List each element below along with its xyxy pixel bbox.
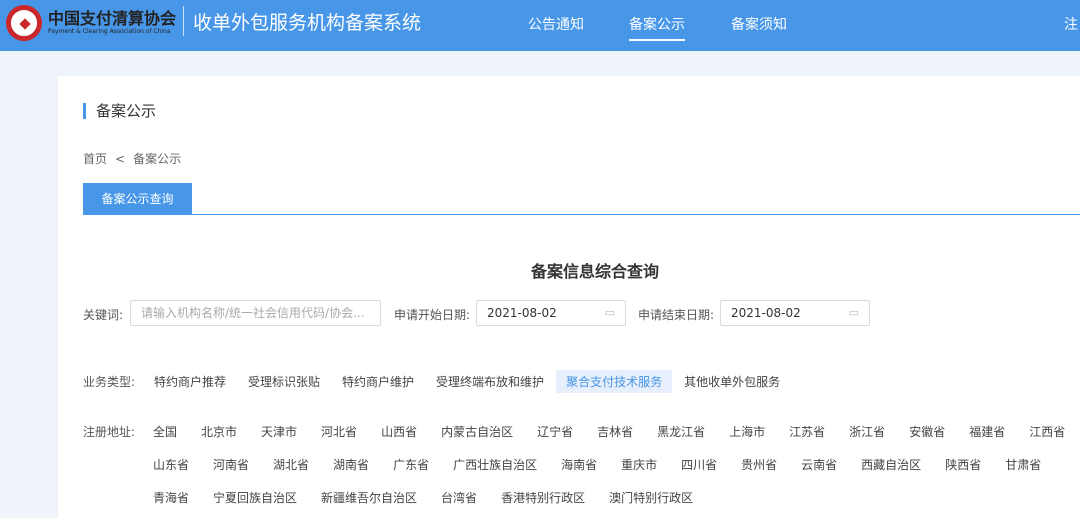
system-title: 收单外包服务机构备案系统 [193, 12, 422, 34]
query-title: 备案信息综合查询 [530, 262, 659, 281]
page-title: 备案公示 [83, 103, 156, 119]
region-option[interactable]: 贵州省 [741, 453, 777, 476]
region-label: 注册地址: [83, 425, 136, 439]
region-option[interactable]: 福建省 [969, 420, 1005, 443]
region-option[interactable]: 江苏省 [789, 420, 825, 443]
region-option[interactable]: 安徽省 [909, 420, 945, 443]
region-option[interactable]: 上海市 [729, 420, 765, 443]
region-option[interactable]: 湖北省 [273, 453, 309, 476]
region-option[interactable]: 湖南省 [333, 453, 369, 476]
calendar-icon: ▭ [848, 306, 859, 319]
end-date-value: 2021-08-02 [731, 306, 801, 320]
region-option[interactable]: 广东省 [393, 453, 429, 476]
divider [183, 6, 184, 36]
business-type-label: 业务类型: [83, 375, 136, 389]
region-option[interactable]: 浙江省 [849, 420, 885, 443]
start-date-label: 申请开始日期: [394, 308, 471, 322]
org-name: 中国支付清算协会 [48, 9, 177, 28]
breadcrumb-current: 备案公示 [133, 152, 182, 166]
keyword-input[interactable]: 请输入机构名称/统一社会信用代码/协会... [130, 300, 381, 326]
org-name-en: Payment & Clearing Association of China [48, 28, 171, 35]
keyword-label: 关键词: [83, 308, 124, 322]
calendar-icon: ▭ [604, 306, 615, 319]
business-type-option[interactable]: 特约商户维护 [332, 370, 424, 393]
business-type-option[interactable]: 其他收单外包服务 [674, 370, 790, 393]
tab-underline [83, 214, 1080, 215]
region-option[interactable]: 云南省 [801, 453, 837, 476]
region-option[interactable]: 黑龙江省 [657, 420, 705, 443]
region-option[interactable]: 重庆市 [621, 453, 657, 476]
logo[interactable]: 中国支付清算协会 Payment & Clearing Association o… [6, 5, 176, 41]
top-header: 中国支付清算协会 Payment & Clearing Association o… [0, 0, 1080, 51]
business-type-row: 业务类型: 特约商户推荐 受理标识张贴 特约商户维护 受理终端布放和维护 聚合支付技术服… [83, 370, 792, 393]
region-option[interactable]: 内蒙古自治区 [441, 420, 513, 443]
region-option[interactable]: 甘肃省 [1005, 453, 1041, 476]
region-section: 注册地址: 全国 北京市 天津市 河北省 山西省 内蒙古自治区 辽宁省 吉林省 黑龙江省 上海市 江苏… [83, 420, 1065, 509]
region-option[interactable]: 西藏自治区 [861, 453, 921, 476]
region-option[interactable]: 新疆维吾尔自治区 [321, 486, 417, 509]
business-type-option[interactable]: 聚合支付技术服务 [556, 370, 673, 393]
region-option[interactable]: 海南省 [561, 453, 597, 476]
region-option[interactable]: 河南省 [213, 453, 249, 476]
end-date-input[interactable]: 2021-08-02 ▭ [720, 300, 870, 326]
start-date-input[interactable]: 2021-08-02 ▭ [476, 300, 626, 326]
region-option[interactable]: 澳门特别行政区 [609, 486, 693, 509]
region-option[interactable]: 宁夏回族自治区 [213, 486, 297, 509]
breadcrumb-home[interactable]: 首页 [83, 152, 107, 166]
business-type-option[interactable]: 受理标识张贴 [238, 370, 330, 393]
region-option[interactable]: 全国 [153, 420, 177, 443]
region-option[interactable]: 陕西省 [945, 453, 981, 476]
start-date-value: 2021-08-02 [487, 306, 557, 320]
region-option[interactable]: 辽宁省 [537, 420, 573, 443]
nav-guide[interactable]: 备案须知 [731, 14, 787, 34]
region-option[interactable]: 广西壮族自治区 [453, 453, 537, 476]
region-option[interactable]: 吉林省 [597, 420, 633, 443]
nav-publicity[interactable]: 备案公示 [629, 14, 685, 41]
breadcrumb: 首页 < 备案公示 [83, 150, 181, 167]
region-option[interactable]: 山西省 [381, 420, 417, 443]
business-type-option[interactable]: 受理终端布放和维护 [426, 370, 554, 393]
region-option[interactable]: 天津市 [261, 420, 297, 443]
region-option[interactable]: 台湾省 [441, 486, 477, 509]
seal-icon [6, 5, 42, 41]
nav-notice[interactable]: 公告通知 [528, 14, 584, 34]
region-option[interactable]: 江西省 [1029, 420, 1065, 443]
breadcrumb-sep: < [115, 152, 126, 166]
tab-publicity-query[interactable]: 备案公示查询 [83, 183, 192, 215]
business-type-option[interactable]: 特约商户推荐 [144, 370, 236, 393]
region-option[interactable]: 山东省 [153, 453, 189, 476]
end-date-label: 申请结束日期: [638, 308, 715, 322]
region-option[interactable]: 北京市 [201, 420, 237, 443]
region-option[interactable]: 香港特别行政区 [501, 486, 585, 509]
nav-register[interactable]: 注 [1064, 14, 1078, 34]
region-option[interactable]: 河北省 [321, 420, 357, 443]
region-option[interactable]: 四川省 [681, 453, 717, 476]
region-option[interactable]: 青海省 [153, 486, 189, 509]
